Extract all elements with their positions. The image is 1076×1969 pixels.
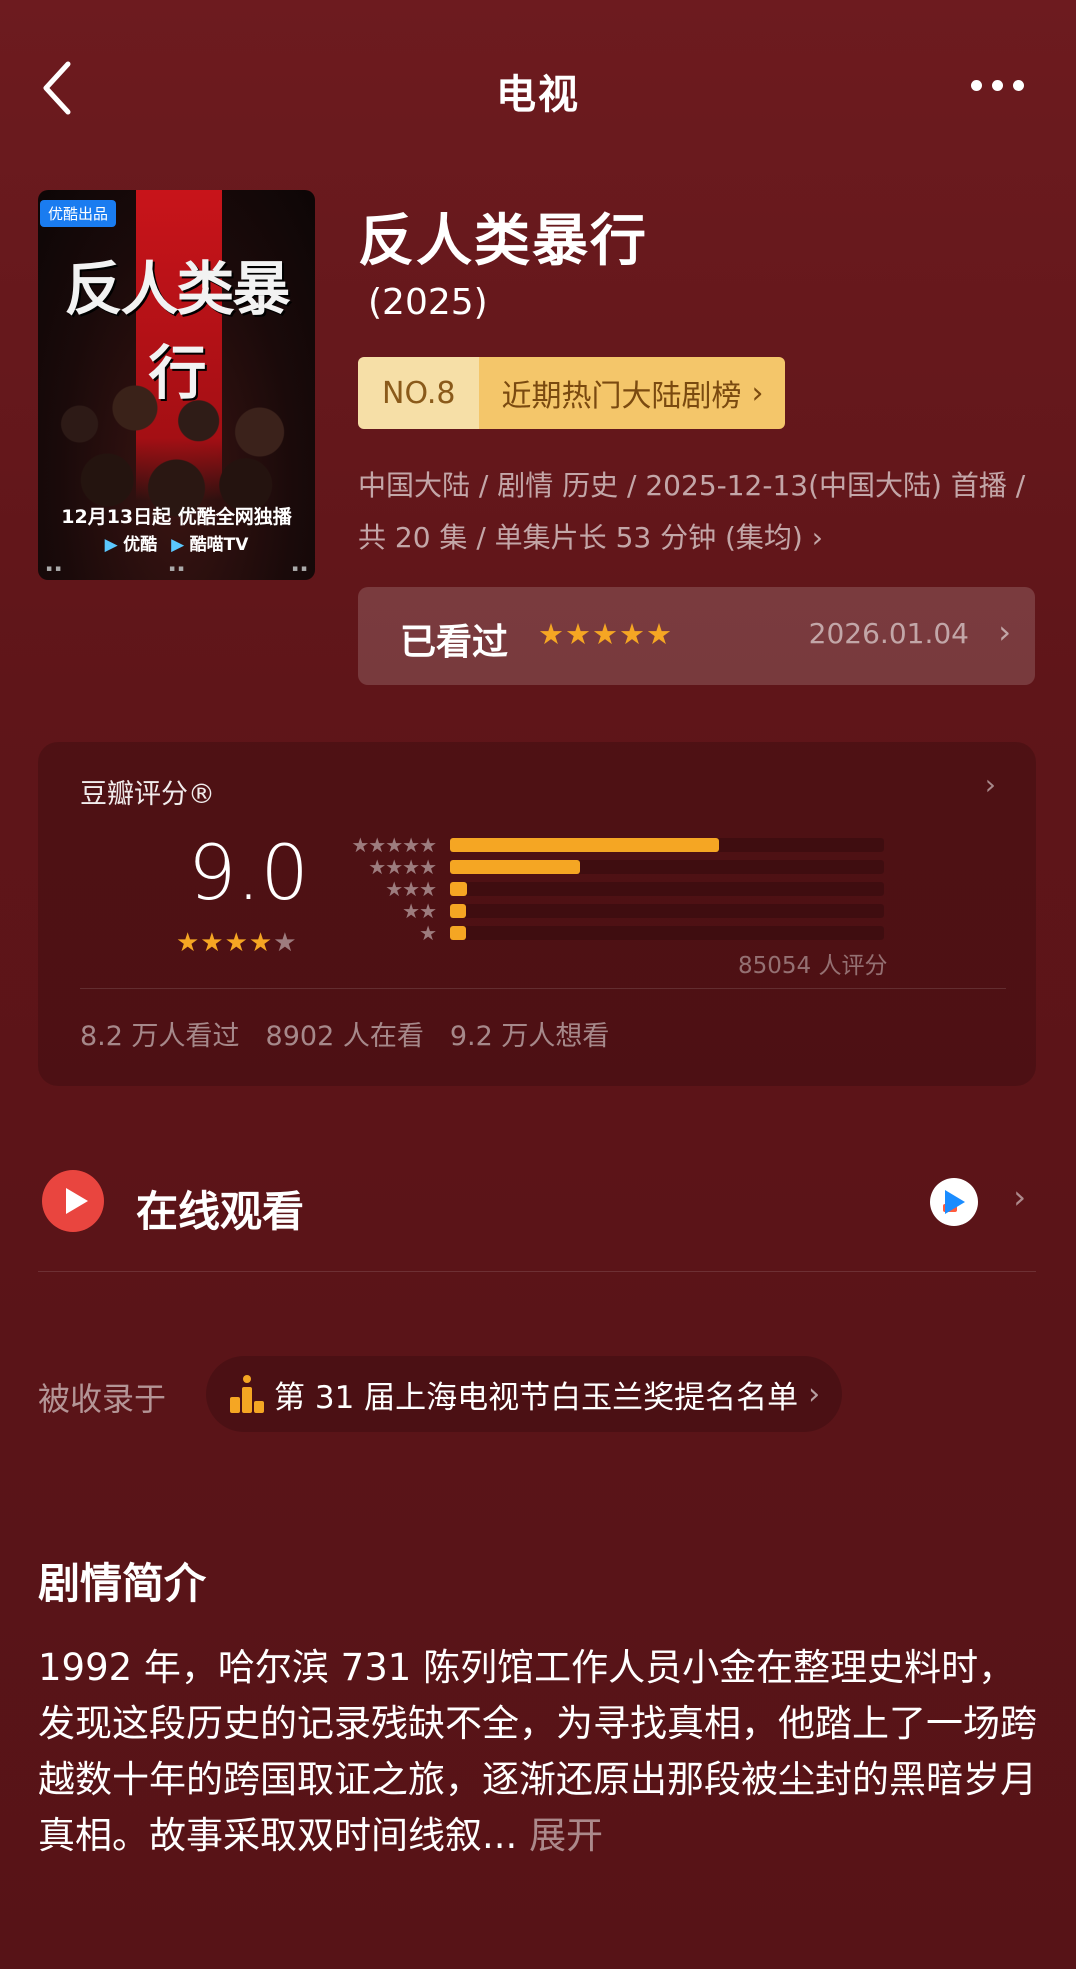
chevron-right-icon: › xyxy=(1013,1178,1026,1216)
rating-bar-stars: ★★ xyxy=(402,899,437,923)
stat-want: 9.2 万人想看 xyxy=(449,1021,610,1052)
chevron-right-icon: › xyxy=(998,613,1011,651)
rating-bar-track xyxy=(450,838,884,852)
stat-watching: 8902 人在看 xyxy=(265,1021,424,1052)
rating-bar-fill xyxy=(450,860,581,874)
poster-tag: 优酷出品 xyxy=(40,200,117,227)
rank-label: 近期热门大陆剧榜 xyxy=(501,379,742,414)
show-title: 反人类暴行 xyxy=(358,209,648,274)
user-rating-stars: ★★★★★ xyxy=(538,617,673,651)
divider xyxy=(38,1271,1036,1272)
play-icon xyxy=(42,1170,104,1232)
rating-bar-stars: ★★★ xyxy=(385,877,437,901)
watched-status[interactable]: 已看过 ★★★★★ 2026.01.04 › xyxy=(358,587,1035,685)
trophy-icon xyxy=(230,1375,264,1413)
divider xyxy=(80,988,1006,989)
collected-list-chip[interactable]: 第 31 届上海电视节白玉兰奖提名名单 › xyxy=(206,1356,843,1432)
rating-bar-stars: ★ xyxy=(419,921,437,945)
rating-bar-fill xyxy=(450,838,720,852)
rating-bar-row: ★★ xyxy=(338,899,884,923)
rank-label-wrap: 近期热门大陆剧榜 › xyxy=(479,357,786,429)
rating-bar-track xyxy=(450,904,884,918)
poster-platform-2: ▶ 酷喵TV xyxy=(171,535,249,555)
poster-crowd xyxy=(38,360,315,520)
rating-distribution: ★★★★★ ★★★★ ★★★ ★★ ★ xyxy=(338,833,884,945)
rating-bar-row: ★★★ xyxy=(338,877,884,901)
poster-image[interactable]: 优酷出品 反人类暴行 12月13日起 优酷全网独播 ▶ 优酷 ▶ 酷喵TV ▪ … xyxy=(38,190,315,580)
rating-title: 豆瓣评分® xyxy=(80,779,215,810)
watch-online-label: 在线观看 xyxy=(136,1187,305,1236)
rating-bar-fill xyxy=(450,904,466,918)
watched-label: 已看过 xyxy=(400,622,509,663)
collected-label: 被收录于 xyxy=(38,1380,167,1418)
poster-platforms: ▶ 优酷 ▶ 酷喵TV xyxy=(38,530,315,555)
rating-stars: ★★★★★ xyxy=(176,928,298,958)
douban-rating-card[interactable]: 豆瓣评分® › 9.0 ★★★★★ ★★★★★ ★★★★ ★★★ ★★ ★ 85054 … xyxy=(38,742,1036,1086)
show-year: (2025) xyxy=(368,282,488,323)
chevron-right-icon: › xyxy=(811,521,823,554)
rating-bar-row: ★★★★★ xyxy=(338,833,884,857)
poster-platform-1: ▶ 优酷 xyxy=(104,535,158,555)
stat-watched: 8.2 万人看过 xyxy=(80,1021,240,1052)
chevron-right-icon: › xyxy=(751,375,764,411)
poster-date-line: 12月13日起 优酷全网独播 xyxy=(61,506,292,528)
rating-bar-fill xyxy=(450,882,468,896)
rating-bar-stars: ★★★★ xyxy=(368,855,437,879)
more-icon[interactable] xyxy=(971,80,1024,91)
rank-number: NO.8 xyxy=(358,357,480,429)
rating-score: 9.0 xyxy=(188,828,309,917)
chevron-right-icon: › xyxy=(984,768,996,801)
rank-badge[interactable]: NO.8 近期热门大陆剧榜 › xyxy=(358,357,786,429)
show-meta[interactable]: 中国大陆 / 剧情 历史 / 2025-12-13(中国大陆) 首播 / 共 2… xyxy=(358,460,1028,564)
rating-count: 85054 人评分 xyxy=(738,953,888,979)
watched-date: 2026.01.04 xyxy=(808,617,969,650)
expand-link[interactable]: 展开 xyxy=(529,1814,603,1857)
rating-stats: 8.2 万人看过 8902 人在看 9.2 万人想看 xyxy=(80,1014,609,1053)
rating-bar-row: ★ xyxy=(338,921,884,945)
watch-online-row[interactable]: 在线观看 › xyxy=(38,1160,1036,1270)
synopsis-title: 剧情简介 xyxy=(38,1559,207,1608)
rating-bar-track xyxy=(450,926,884,940)
chevron-right-icon: › xyxy=(808,1376,821,1412)
poster-credits: ▪ ▪ ▪ ▪ ▪ ▪ xyxy=(46,564,307,574)
youku-icon xyxy=(930,1178,978,1226)
collected-item: 第 31 届上海电视节白玉兰奖提名名单 xyxy=(274,1379,799,1416)
page-title: 电视 xyxy=(496,72,580,118)
rating-bar-stars: ★★★★★ xyxy=(351,833,437,857)
rating-bar-track xyxy=(450,860,884,874)
rating-bar-fill xyxy=(450,926,466,940)
rating-bar-track xyxy=(450,882,884,896)
rating-bar-row: ★★★★ xyxy=(338,855,884,879)
synopsis-text: 1992 年，哈尔滨 731 陈列馆工作人员小金在整理史料时，发现这段历史的记录… xyxy=(38,1646,1037,1857)
